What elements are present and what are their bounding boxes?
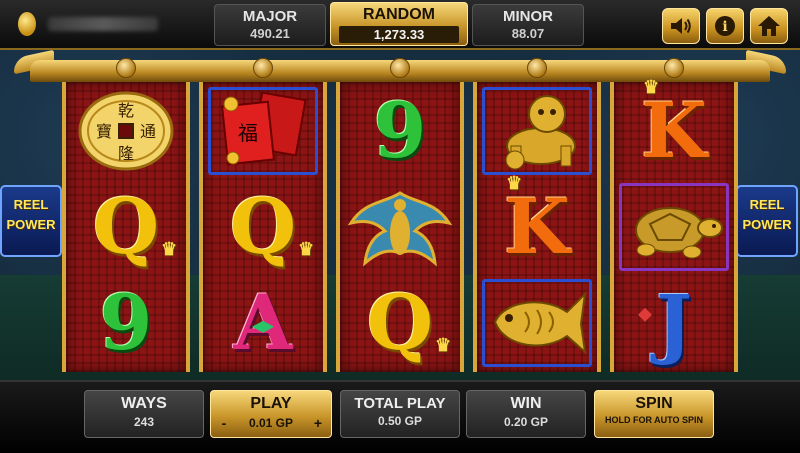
reel-5: ♛ K J xyxy=(610,79,738,372)
symbol-koi-fish xyxy=(479,276,595,370)
symbol-coin: 乾 寶 通 隆 xyxy=(68,84,184,178)
reel-1: 乾 寶 通 隆 Q ♛ 9 xyxy=(62,82,190,372)
ways-value: 243 xyxy=(133,415,155,429)
roof-knob xyxy=(253,58,273,78)
coin-char-bottom: 隆 xyxy=(118,144,134,163)
bet-increase-button[interactable]: + xyxy=(311,415,325,431)
reel-power-line2: POWER xyxy=(6,217,56,232)
operator-logo xyxy=(12,8,192,40)
envelope-frame: 福 xyxy=(208,87,318,175)
phoenix-icon xyxy=(347,191,453,267)
jackpot-major-value: 490.21 xyxy=(250,26,290,41)
symbol-9: 9 xyxy=(68,276,184,370)
coin-char-left: 寶 xyxy=(96,122,112,141)
bet-decrease-button[interactable]: - xyxy=(217,415,231,431)
jackpot-minor: MINOR 88.07 xyxy=(472,4,584,46)
roof-knob xyxy=(390,58,410,78)
red-envelope-icon: 福 xyxy=(220,91,307,166)
home-button[interactable] xyxy=(750,8,788,44)
symbol-a: A xyxy=(205,276,321,370)
play-label: PLAY xyxy=(250,395,292,412)
logo-blurred-text xyxy=(48,17,158,31)
roof-knob xyxy=(116,58,136,78)
jackpot-major-label: MAJOR xyxy=(242,8,298,25)
total-play-display: TOTAL PLAY 0.50 GP xyxy=(340,390,460,438)
reel-4: ♛ K xyxy=(473,82,601,372)
roof-knob xyxy=(527,58,547,78)
coin-char-right: 通 xyxy=(140,122,156,141)
roof-knob xyxy=(664,58,684,78)
gem-icon xyxy=(638,307,653,322)
win-label: WIN xyxy=(510,395,542,412)
chinese-coin-icon: 乾 寶 通 隆 xyxy=(78,91,174,171)
symbol-letter: Q xyxy=(366,278,434,367)
crown-icon: ♛ xyxy=(505,173,523,194)
info-button[interactable]: i xyxy=(706,8,744,44)
symbol-q: Q ♛ xyxy=(342,276,458,370)
koi-fish-icon xyxy=(493,291,587,355)
spin-sub-label: HOLD FOR AUTO SPIN xyxy=(604,415,703,425)
koi-fish-frame xyxy=(482,279,592,367)
symbol-letter: Q xyxy=(229,182,297,271)
win-display: WIN 0.20 GP xyxy=(466,390,586,438)
symbol-letter: Q xyxy=(92,182,160,271)
speaker-icon xyxy=(671,18,691,34)
jackpot-random: RANDOM 1,273.33 xyxy=(330,2,468,46)
symbol-red-envelopes: 福 xyxy=(205,84,321,178)
reel-power-line1: REEL xyxy=(13,197,49,212)
play-value: 0.01 GP xyxy=(248,416,294,430)
symbol-phoenix xyxy=(342,180,458,274)
crown-icon: ♛ xyxy=(160,239,178,260)
jackpot-random-label: RANDOM xyxy=(363,6,435,23)
reel-power-line1: REEL xyxy=(749,197,785,212)
symbol-turtle xyxy=(616,180,732,274)
symbol-q: Q ♛ xyxy=(68,180,184,274)
symbol-letter: J xyxy=(656,278,692,367)
turtle-icon xyxy=(635,207,723,259)
symbol-9: 9 xyxy=(342,84,458,178)
jackpot-minor-label: MINOR xyxy=(503,8,553,25)
symbol-k: ♛ K xyxy=(479,175,595,274)
jackpot-minor-value: 88.07 xyxy=(511,26,545,41)
play-bet-control: PLAY - 0.01 GP + xyxy=(210,390,332,438)
total-play-label: TOTAL PLAY xyxy=(354,395,446,412)
symbol-number: 9 xyxy=(373,86,427,175)
sound-button[interactable] xyxy=(662,8,700,44)
symbol-letter: K xyxy=(640,86,708,175)
coin-char-top: 乾 xyxy=(118,101,134,120)
envelope-char: 福 xyxy=(238,121,258,145)
info-icon: i xyxy=(715,16,735,36)
symbol-number: 9 xyxy=(99,278,153,367)
foo-dog-frame xyxy=(482,87,592,175)
info-glyph: i xyxy=(722,19,727,35)
home-icon xyxy=(758,16,780,36)
ways-label: WAYS xyxy=(121,395,167,412)
crown-icon: ♛ xyxy=(434,335,452,356)
reel-power-badge-left: REEL POWER xyxy=(0,185,62,257)
symbol-k: ♛ K xyxy=(616,79,732,178)
spin-label: SPIN xyxy=(635,395,673,412)
logo-coin-icon xyxy=(18,12,36,36)
reel-3: 9 Q ♛ xyxy=(336,82,464,372)
spin-button[interactable]: SPIN HOLD FOR AUTO SPIN xyxy=(594,390,714,438)
reel-power-line2: POWER xyxy=(742,217,792,232)
crown-icon: ♛ xyxy=(297,239,315,260)
win-value: 0.20 GP xyxy=(503,415,549,429)
foo-dog-icon xyxy=(505,95,576,170)
ways-display: WAYS 243 xyxy=(84,390,204,438)
symbol-foo-dog xyxy=(479,84,595,178)
symbol-q: Q ♛ xyxy=(205,180,321,274)
jackpot-major: MAJOR 490.21 xyxy=(214,4,326,46)
top-bar: MAJOR 490.21 RANDOM 1,273.33 MINOR 88.07… xyxy=(0,0,800,50)
turtle-frame xyxy=(619,183,729,271)
symbol-letter: K xyxy=(503,182,571,271)
crown-icon: ♛ xyxy=(642,77,660,98)
symbol-j: J xyxy=(616,276,732,370)
total-play-value: 0.50 GP xyxy=(377,414,423,428)
reel-2: 福 Q♛ A xyxy=(199,82,327,372)
reel-power-badge-right: REEL POWER xyxy=(736,185,798,257)
jackpot-random-value: 1,273.33 xyxy=(339,26,459,43)
